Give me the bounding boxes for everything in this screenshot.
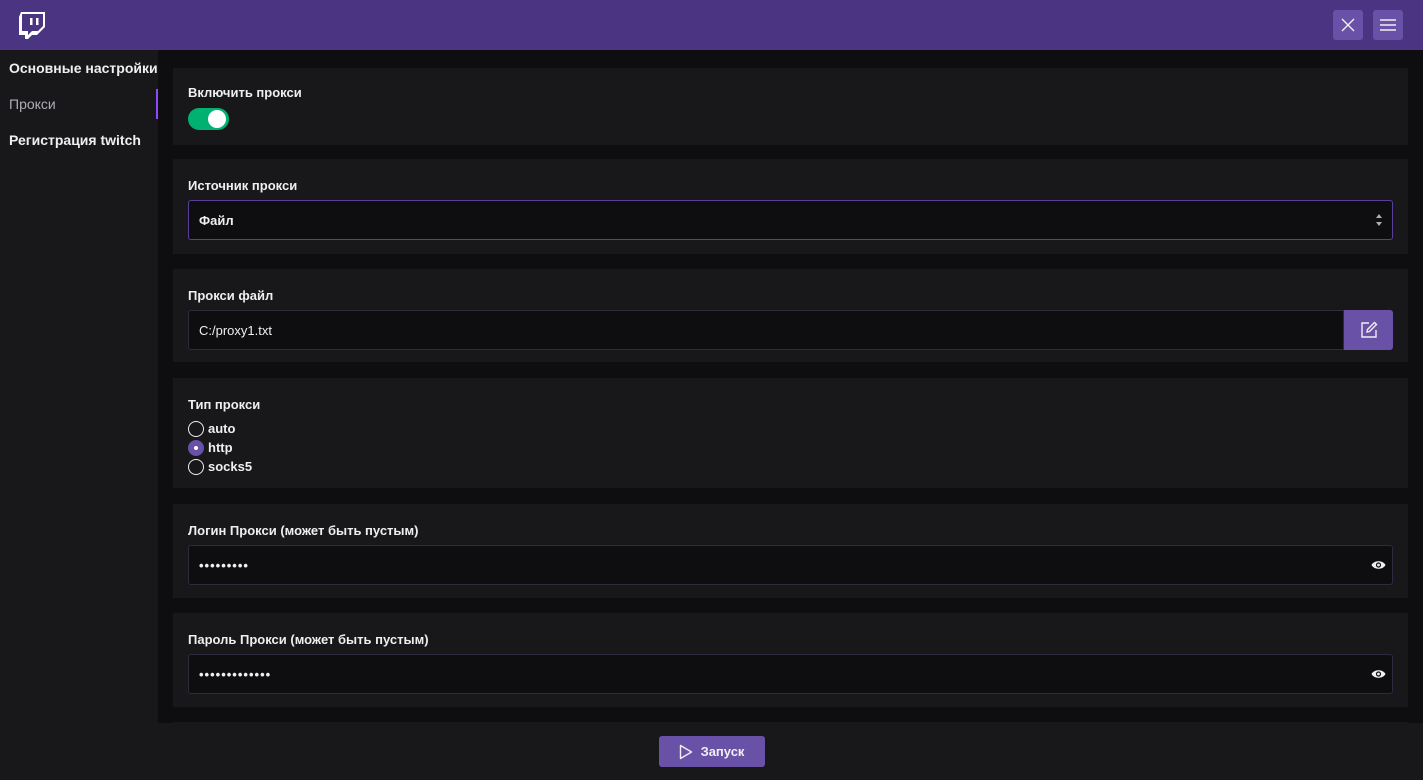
radio-socks5-label: socks5: [208, 459, 253, 474]
radio-option-auto[interactable]: auto: [188, 419, 1393, 438]
title-bar: [0, 0, 1423, 50]
proxy-password-label: Пароль Прокси (может быть пустым): [188, 632, 429, 647]
proxy-source-label: Источник прокси: [188, 178, 298, 193]
proxy-login-card: Логин Прокси (может быть пустым) •••••••…: [173, 504, 1408, 598]
close-icon: [1341, 18, 1355, 32]
launch-button[interactable]: Запуск: [658, 736, 765, 767]
proxy-type-card: Тип прокси auto http socks5: [173, 378, 1408, 488]
proxy-password-value: •••••••••••••: [199, 666, 272, 682]
radio-option-socks5[interactable]: socks5: [188, 457, 1393, 476]
footer-bar: Запуск: [0, 723, 1423, 780]
proxy-settings-panel: Включить прокси Источник прокси Файл Про…: [158, 50, 1423, 723]
proxy-login-input[interactable]: •••••••••: [188, 545, 1393, 585]
menu-icon: [1380, 19, 1396, 31]
eye-icon[interactable]: [1371, 559, 1386, 571]
enable-proxy-toggle[interactable]: [188, 108, 229, 130]
proxy-source-card: Источник прокси Файл: [173, 159, 1408, 254]
proxy-source-select[interactable]: Файл: [188, 200, 1393, 240]
close-button[interactable]: [1333, 10, 1363, 40]
edit-file-button[interactable]: [1344, 310, 1393, 350]
proxy-file-input[interactable]: C:/proxy1.txt: [188, 310, 1344, 350]
proxy-source-value: Файл: [199, 212, 234, 228]
sidebar-item-twitch-registration[interactable]: Регистрация twitch: [0, 122, 158, 158]
radio-auto-label: auto: [208, 421, 236, 436]
proxy-password-input[interactable]: •••••••••••••: [188, 654, 1393, 694]
sidebar-item-proxy[interactable]: Прокси: [0, 86, 158, 122]
enable-proxy-label: Включить прокси: [188, 85, 302, 100]
scrollbar[interactable]: [1409, 50, 1423, 723]
menu-button[interactable]: [1373, 10, 1403, 40]
radio-http[interactable]: [188, 439, 204, 456]
proxy-type-label: Тип прокси: [188, 397, 261, 412]
eye-icon[interactable]: [1371, 668, 1386, 680]
radio-option-http[interactable]: http: [188, 438, 1393, 457]
radio-socks5[interactable]: [188, 458, 204, 475]
sidebar: Основные настройки Прокси Регистрация tw…: [0, 50, 158, 723]
twitch-logo-icon: [19, 11, 45, 39]
radio-auto[interactable]: [188, 420, 204, 437]
launch-label: Запуск: [700, 744, 745, 759]
select-arrows-icon: [1376, 214, 1382, 226]
proxy-login-label: Логин Прокси (может быть пустым): [188, 523, 419, 538]
edit-icon: [1360, 321, 1377, 338]
proxy-login-value: •••••••••: [199, 557, 249, 573]
play-icon: [679, 744, 692, 759]
enable-proxy-card: Включить прокси: [173, 68, 1408, 145]
proxy-file-card: Прокси файл C:/proxy1.txt: [173, 269, 1408, 362]
proxy-password-card: Пароль Прокси (может быть пустым) ••••••…: [173, 613, 1408, 707]
proxy-file-value: C:/proxy1.txt: [199, 322, 272, 338]
proxy-type-radio-group: auto http socks5: [188, 419, 1393, 476]
sidebar-item-main-settings[interactable]: Основные настройки: [0, 50, 158, 86]
proxy-file-label: Прокси файл: [188, 288, 274, 303]
radio-http-label: http: [208, 440, 233, 455]
